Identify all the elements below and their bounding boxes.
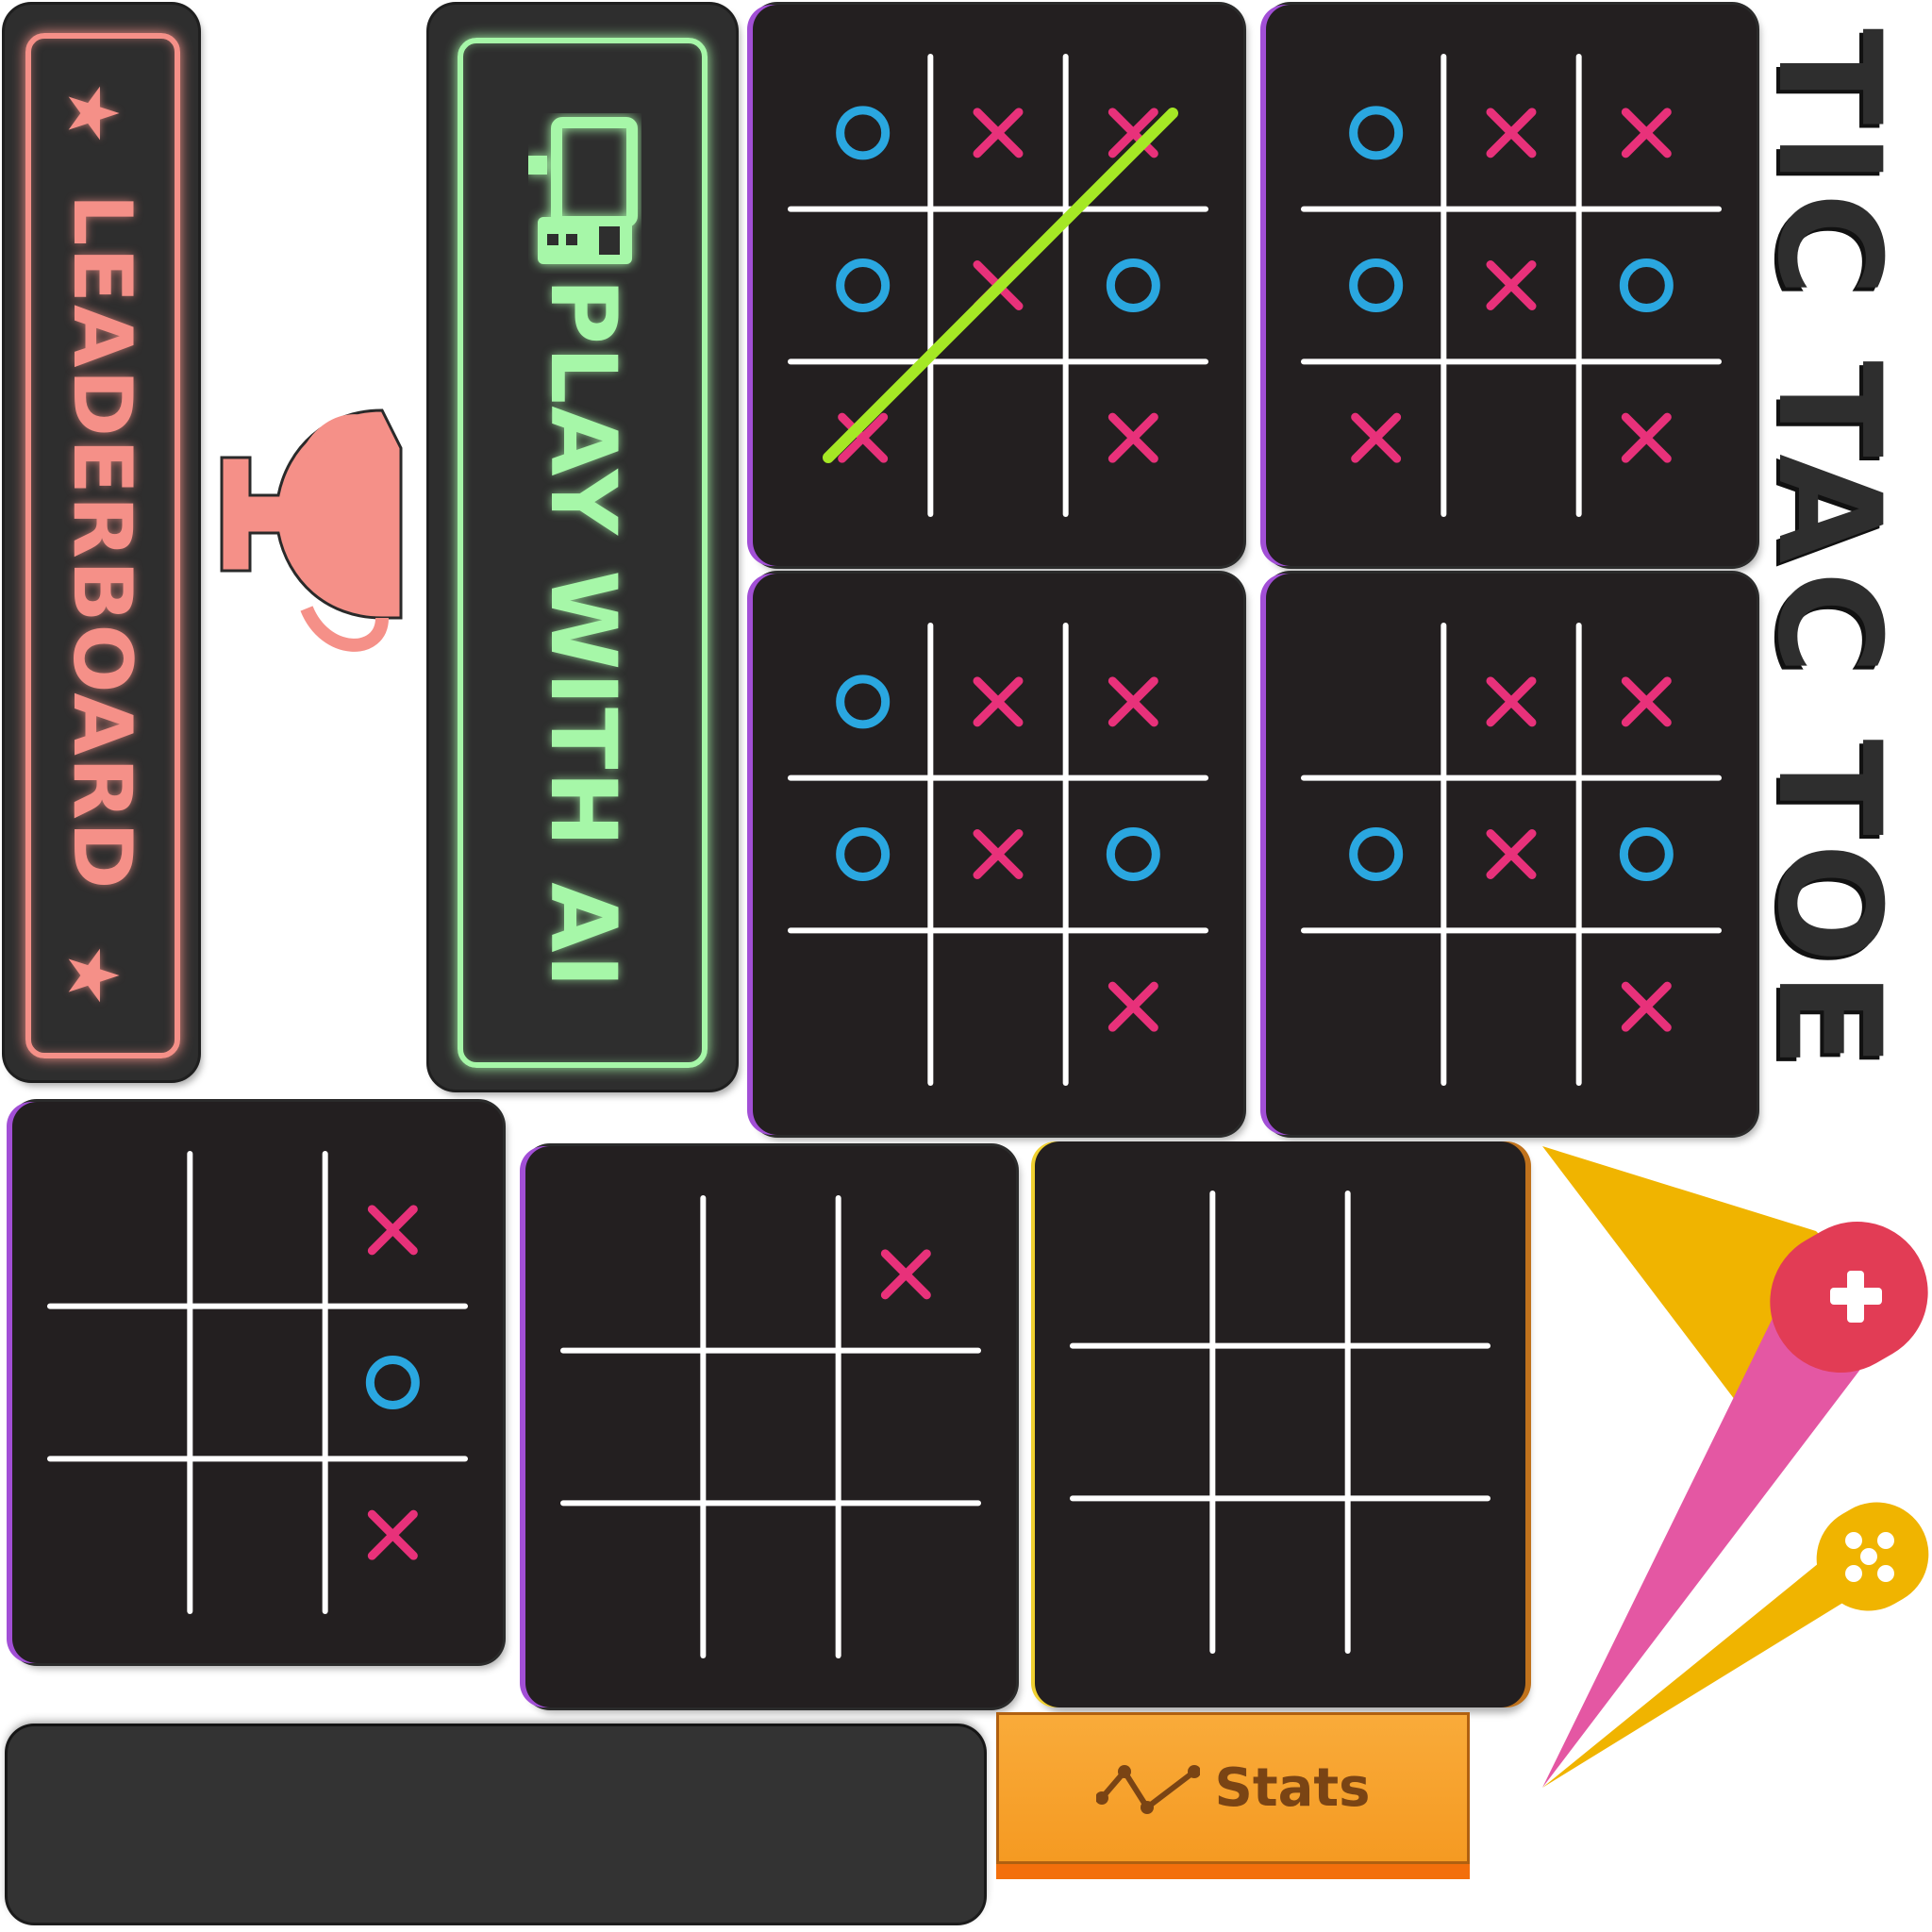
game-controller-logo: [1542, 1146, 1929, 1788]
o-mark: [365, 1356, 420, 1409]
star-icon: ★: [52, 81, 134, 145]
game-board[interactable]: [525, 1146, 1016, 1707]
x-mark: [1621, 981, 1672, 1032]
x-mark: [1486, 260, 1537, 310]
stats-label: Stats: [1214, 1757, 1371, 1819]
x-mark: [1108, 676, 1158, 727]
o-mark: [1619, 258, 1674, 312]
game-board[interactable]: [1266, 5, 1757, 566]
board-grid: [788, 623, 1208, 1086]
trophy-icon: [220, 408, 403, 652]
panel-bar: [8, 1726, 984, 1923]
game-board[interactable]: [753, 5, 1243, 566]
o-mark: [836, 258, 891, 312]
x-mark: [880, 1249, 931, 1300]
play-with-ai-label: PLAY WITH AI: [529, 277, 636, 991]
x-mark: [973, 829, 1024, 879]
board-grid: [560, 1195, 981, 1658]
stats-button[interactable]: Stats: [996, 1712, 1470, 1864]
play-with-ai-button[interactable]: PLAY WITH AI: [429, 5, 736, 1090]
o-mark: [836, 675, 891, 729]
game-board[interactable]: [12, 1102, 503, 1663]
game-board[interactable]: [1266, 574, 1757, 1135]
x-mark: [1621, 412, 1672, 463]
leaderboard-button[interactable]: ★ LEADERBOARD ★: [5, 5, 198, 1080]
x-mark: [1108, 981, 1158, 1032]
x-mark: [1351, 412, 1402, 463]
computer-icon: [528, 117, 638, 264]
x-mark: [973, 108, 1024, 158]
o-mark: [836, 827, 891, 881]
o-mark: [1349, 258, 1404, 312]
x-mark: [1486, 676, 1537, 727]
board-grid: [788, 54, 1208, 517]
leaderboard-label: LEADERBOARD: [54, 193, 149, 891]
x-mark: [367, 1509, 418, 1560]
o-mark: [1619, 827, 1674, 881]
board-grid: [1301, 54, 1722, 517]
x-mark: [367, 1205, 418, 1256]
x-mark: [1486, 829, 1537, 879]
star-icon: ★: [52, 943, 134, 1008]
line-chart-icon: [1095, 1764, 1200, 1814]
win-line: [823, 108, 1178, 463]
x-mark: [973, 676, 1024, 727]
board-grid: [1301, 623, 1722, 1086]
x-mark: [1621, 676, 1672, 727]
board-grid: [47, 1151, 468, 1614]
board-grid: [1070, 1191, 1491, 1654]
o-mark: [836, 106, 891, 160]
o-mark: [1349, 827, 1404, 881]
game-title: TIC TAC TOE: [1746, 28, 1910, 1075]
x-mark: [1108, 412, 1158, 463]
game-board[interactable]: [1035, 1141, 1525, 1707]
x-mark: [1486, 108, 1537, 158]
o-mark: [1106, 258, 1160, 312]
o-mark: [1106, 827, 1160, 881]
x-mark: [1621, 108, 1672, 158]
o-mark: [1349, 106, 1404, 160]
game-board[interactable]: [753, 574, 1243, 1135]
